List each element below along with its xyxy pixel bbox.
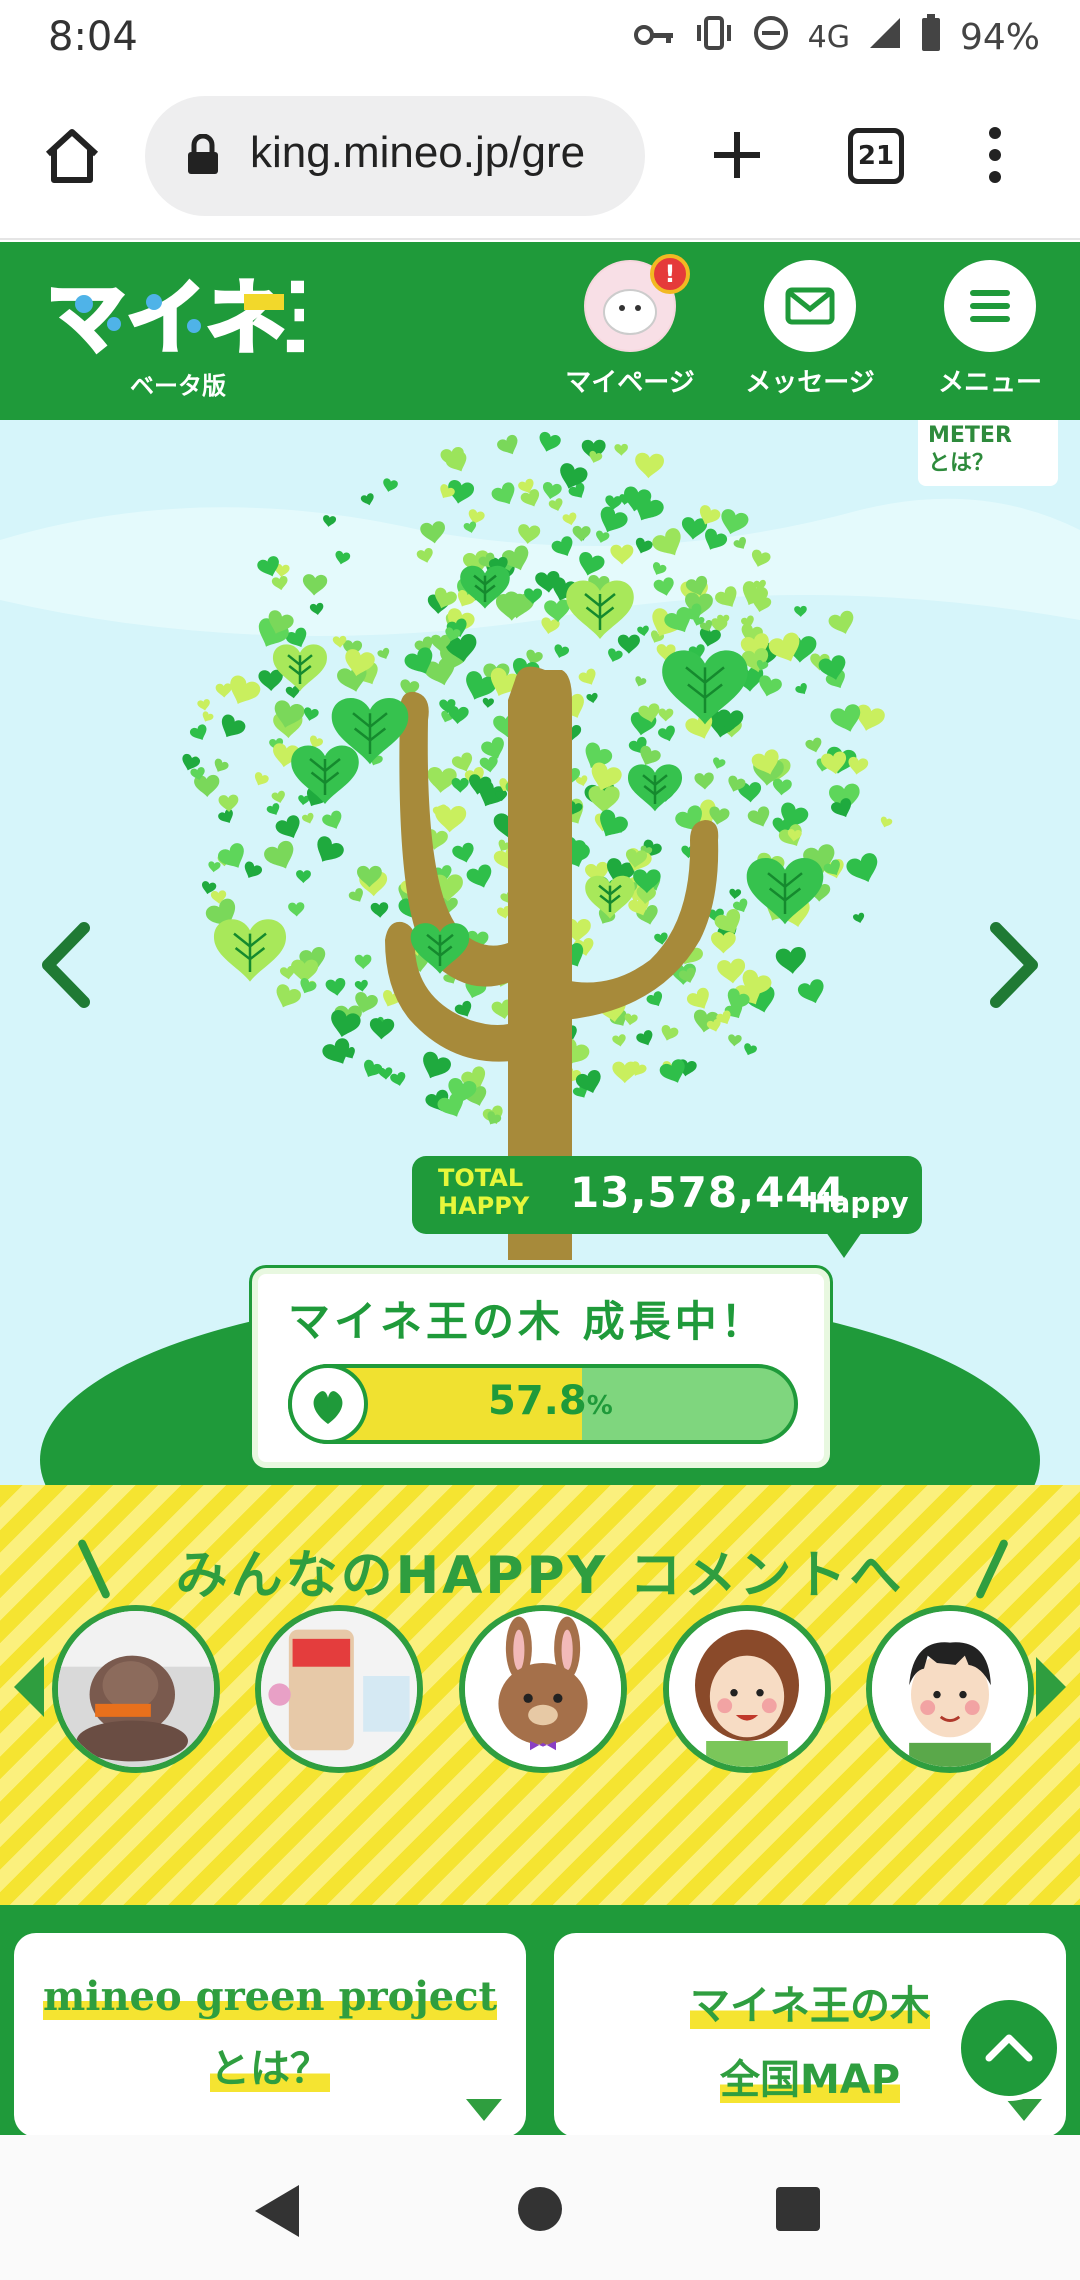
comment-avatar-rabbit[interactable]: [459, 1605, 627, 1773]
mail-icon: [785, 287, 835, 325]
avatar: !: [584, 254, 690, 352]
chevron-down-icon: [466, 2099, 502, 2121]
comments-prev-icon[interactable]: [14, 1657, 44, 1717]
meter-about-link[interactable]: METER とは？: [918, 420, 1058, 486]
browser-toolbar: king.mineo.jp/gre 21: [0, 80, 1080, 240]
status-icons: 4G 94%: [633, 14, 1040, 61]
menu-label: メニュー: [937, 368, 1042, 398]
mypage-button[interactable]: ! マイページ: [555, 254, 705, 399]
growth-card: マイネ王の木 成長中！ 57.8%: [252, 1268, 830, 1468]
comment-avatar-man[interactable]: [866, 1605, 1034, 1773]
message-button[interactable]: メッセージ: [735, 260, 885, 399]
browser-home-icon[interactable]: [40, 124, 104, 188]
recents-icon[interactable]: [776, 2187, 820, 2231]
lock-icon: [185, 133, 221, 176]
site-logo[interactable]: マイネ王: [44, 264, 368, 367]
progress-percent: 57.8%: [488, 1378, 613, 1424]
happy-tree-hero: METER とは？ TOTAL HAPPY 13,578,444 Happy マ…: [0, 420, 1080, 1485]
vibrate-icon: [694, 15, 734, 60]
chevron-up-icon: [985, 2034, 1033, 2062]
status-bar: 8:04 4G 94%: [0, 0, 1080, 80]
home-icon[interactable]: [518, 2187, 562, 2231]
total-happy-badge: TOTAL HAPPY 13,578,444 Happy: [412, 1156, 922, 1234]
mypage-label: マイページ: [565, 368, 695, 398]
site-header: マイネ王 ベータ版 ! マイページ メッセージ メニュー: [0, 242, 1080, 420]
scroll-to-top-button[interactable]: [956, 1995, 1062, 2101]
status-time: 8:04: [48, 14, 138, 60]
menu-button[interactable]: メニュー: [915, 260, 1065, 399]
prev-arrow-icon[interactable]: [36, 920, 96, 1010]
back-icon[interactable]: [255, 2185, 299, 2237]
battery-icon: [920, 14, 942, 61]
battery-percent: 94%: [959, 17, 1040, 58]
comments-heading[interactable]: みんなのHAPPY コメントへ: [0, 1533, 1080, 1608]
growth-title: マイネ王の木 成長中！: [288, 1297, 767, 1346]
new-tab-icon[interactable]: [710, 128, 764, 182]
more-menu-icon[interactable]: [988, 125, 1002, 185]
network-type: 4G: [807, 20, 850, 55]
address-bar[interactable]: king.mineo.jp/gre: [145, 96, 645, 216]
chevron-down-icon: [1006, 2099, 1042, 2121]
total-happy-unit: Happy: [808, 1186, 909, 1219]
hamburger-icon: [970, 290, 1010, 322]
sprout-icon: [288, 1364, 368, 1444]
info-cards: mineo green project とは？ マイネ王の木 全国MAP: [0, 1905, 1080, 2137]
logo-text: マイネ王: [46, 272, 304, 364]
happy-comments-section: みんなのHAPPY コメントへ: [0, 1485, 1080, 1905]
comment-avatar-dog[interactable]: [52, 1605, 220, 1773]
comment-avatar-woman[interactable]: [663, 1605, 831, 1773]
beta-label: ベータ版: [130, 372, 226, 400]
url-text: king.mineo.jp/gre: [250, 128, 586, 177]
total-happy-value: 13,578,444: [570, 1168, 846, 1217]
comment-avatar-snack[interactable]: [255, 1605, 423, 1773]
tab-switcher-button[interactable]: 21: [848, 128, 904, 184]
next-arrow-icon[interactable]: [984, 920, 1044, 1010]
signal-icon: [868, 16, 902, 59]
green-project-card[interactable]: mineo green project とは？: [14, 1933, 526, 2137]
message-label: メッセージ: [745, 368, 875, 398]
alert-badge: !: [650, 254, 690, 294]
vpn-key-icon: [633, 17, 676, 58]
system-nav-bar: [0, 2135, 1080, 2280]
comments-next-icon[interactable]: [1036, 1657, 1066, 1717]
do-not-disturb-icon: [752, 14, 790, 61]
